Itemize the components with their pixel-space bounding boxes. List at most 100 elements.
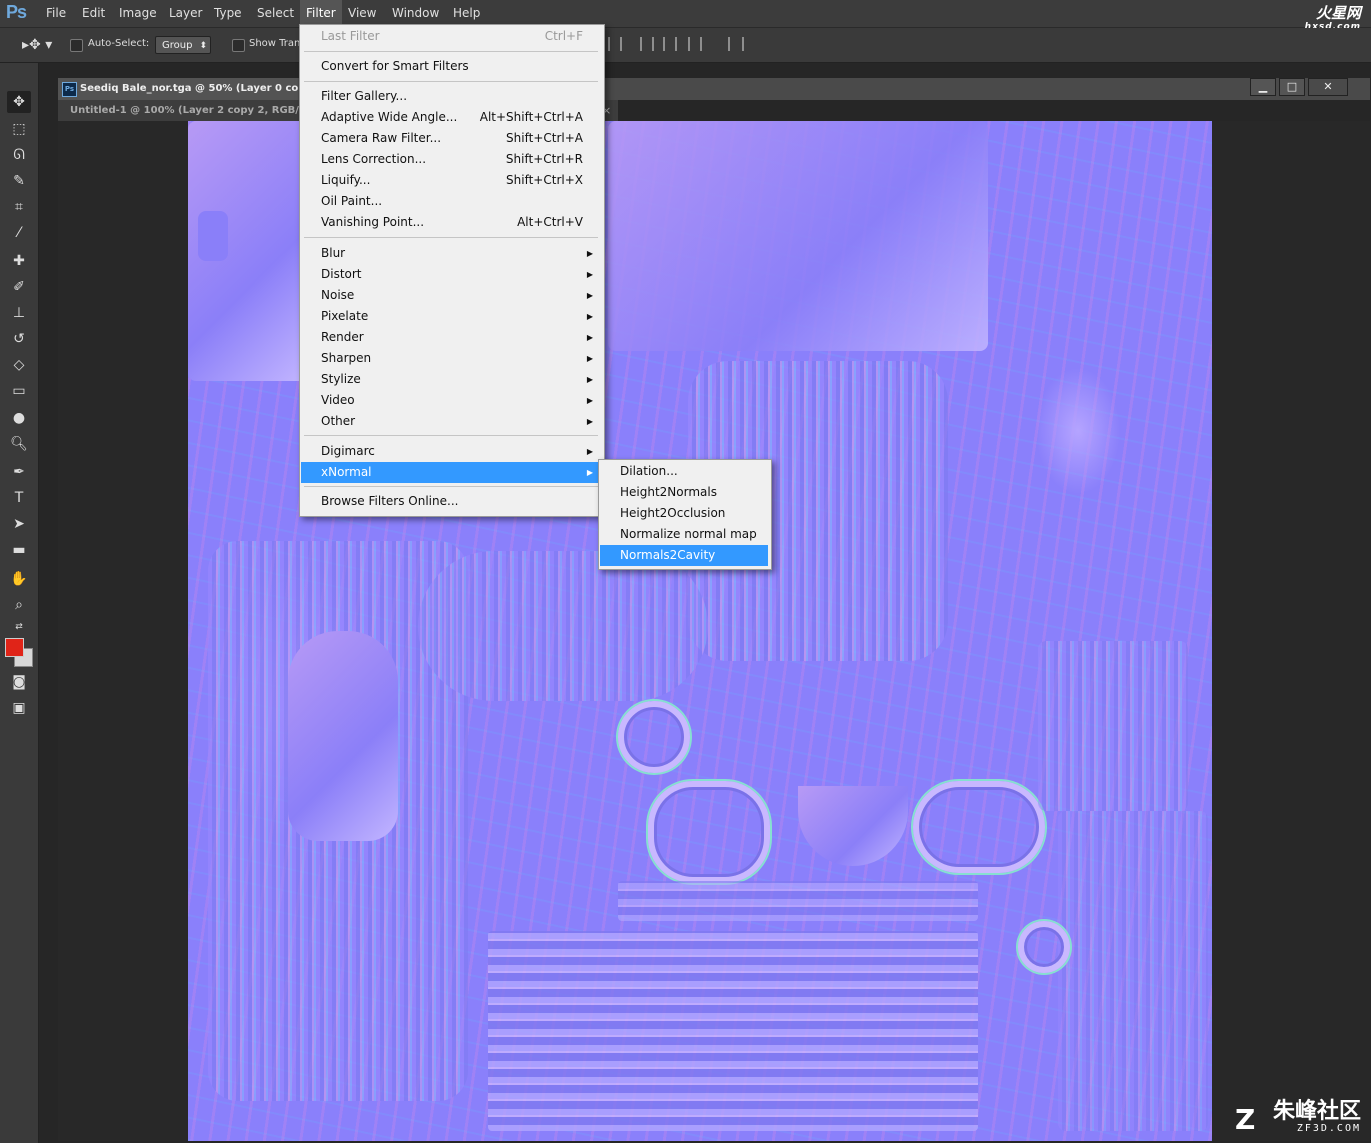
canvas-patch-cloth-top — [608, 121, 988, 351]
brand-logo: 火星网 hxsd.com — [1271, 2, 1361, 32]
menu-item-render[interactable]: Render ▶ — [301, 327, 601, 348]
submenu-item-normalize-normal-map[interactable]: Normalize normal map — [600, 524, 768, 545]
menu-item-digimarc[interactable]: Digimarc ▶ — [301, 441, 601, 462]
dodge-tool-icon[interactable]: 🔍︎ — [7, 433, 31, 455]
lasso-tool-icon[interactable]: ᘏ — [7, 144, 31, 166]
menu-item-noise[interactable]: Noise ▶ — [301, 285, 601, 306]
swap-colors-icon[interactable]: ⇄ — [7, 616, 31, 638]
move-tool-preset-icon[interactable]: ▸✥ ▾ — [22, 37, 52, 53]
menu-item-filter-gallery[interactable]: Filter Gallery... — [301, 86, 601, 107]
menu-file[interactable]: File — [40, 0, 72, 27]
healing-brush-tool-icon[interactable]: ✚ — [7, 250, 31, 272]
menu-item-label: Other — [321, 414, 356, 428]
menu-filter[interactable]: Filter — [300, 0, 342, 27]
align-bottom-icon[interactable] — [608, 37, 622, 51]
menu-layer[interactable]: Layer — [163, 0, 208, 27]
menu-item-video[interactable]: Video ▶ — [301, 390, 601, 411]
menu-edit[interactable]: Edit — [76, 0, 111, 27]
auto-select-checkbox[interactable] — [70, 39, 83, 52]
menu-item-browse-filters-online[interactable]: Browse Filters Online... — [301, 491, 601, 512]
move-tool-icon[interactable]: ✥ — [7, 91, 31, 113]
menu-item-shortcut: Shift+Ctrl+X — [506, 173, 583, 187]
distribute-center-icon[interactable] — [663, 37, 677, 51]
distribute-left-icon[interactable] — [640, 37, 654, 51]
menu-view[interactable]: View — [342, 0, 382, 27]
gradient-tool-icon[interactable]: ▭ — [7, 380, 31, 402]
menu-item-liquify[interactable]: Liquify... Shift+Ctrl+X — [301, 170, 601, 191]
auto-select-target-select[interactable]: Group — [155, 36, 211, 55]
menu-item-camera-raw-filter[interactable]: Camera Raw Filter... Shift+Ctrl+A — [301, 128, 601, 149]
menu-item-last-filter: Last Filter Ctrl+F — [301, 26, 601, 47]
menu-item-other[interactable]: Other ▶ — [301, 411, 601, 432]
menu-item-stylize[interactable]: Stylize ▶ — [301, 369, 601, 390]
menu-type[interactable]: Type — [208, 0, 248, 27]
menu-item-blur[interactable]: Blur ▶ — [301, 243, 601, 264]
menu-item-convert-smart-filters[interactable]: Convert for Smart Filters — [301, 56, 601, 77]
xnormal-submenu: Dilation... Height2Normals Height2Occlus… — [598, 459, 772, 570]
submenu-arrow-icon: ▶ — [586, 417, 593, 426]
submenu-item-dilation[interactable]: Dilation... — [600, 461, 768, 482]
minimize-window-button[interactable]: ▁ — [1250, 78, 1276, 96]
submenu-arrow-icon: ▶ — [586, 270, 593, 279]
menu-separator — [304, 486, 598, 487]
menu-help[interactable]: Help — [447, 0, 486, 27]
restore-window-button[interactable]: □ — [1279, 78, 1305, 96]
submenu-item-height2normals[interactable]: Height2Normals — [600, 482, 768, 503]
auto-align-icon[interactable] — [728, 37, 744, 51]
canvas-patch-strips — [618, 881, 978, 921]
menu-select[interactable]: Select — [251, 0, 300, 27]
brand-logo-text: 火星网 — [1315, 4, 1361, 22]
eyedropper-tool-icon[interactable]: ⁄ — [7, 222, 31, 244]
menu-item-shortcut: Alt+Shift+Ctrl+A — [479, 110, 583, 124]
document-tab-inactive-label: Untitled-1 @ 100% (Layer 2 copy 2, RGB/8… — [70, 105, 320, 116]
submenu-item-label: Normals2Cavity — [620, 548, 716, 562]
brush-tool-icon[interactable]: ✐ — [7, 276, 31, 298]
menu-item-label: Adaptive Wide Angle... — [321, 110, 458, 124]
submenu-item-normals2cavity[interactable]: Normals2Cavity — [600, 545, 768, 566]
canvas-patch-sheath — [1058, 811, 1208, 1131]
menu-item-label: Browse Filters Online... — [321, 494, 459, 508]
pen-tool-icon[interactable]: ✒ — [7, 461, 31, 483]
canvas-patch-panel — [288, 631, 398, 841]
path-selection-tool-icon[interactable]: ➤ — [7, 513, 31, 535]
hand-tool-icon[interactable]: ✋ — [7, 568, 31, 590]
menu-item-distort[interactable]: Distort ▶ — [301, 264, 601, 285]
rectangle-tool-icon[interactable]: ▬ — [7, 539, 31, 561]
menu-item-lens-correction[interactable]: Lens Correction... Shift+Ctrl+R — [301, 149, 601, 170]
document-tab-active[interactable]: Ps Seediq Bale_nor.tga @ 50% (Layer 0 co… — [58, 78, 298, 100]
menu-image[interactable]: Image — [113, 0, 163, 27]
menu-bar: Ps File Edit Image Layer Type Select Fil… — [0, 0, 1371, 32]
clone-stamp-tool-icon[interactable]: ⊥ — [7, 302, 31, 324]
menu-item-xnormal[interactable]: xNormal ▶ — [301, 462, 601, 483]
watermark: Z 朱峰社区 ZF3D.COM — [1235, 1101, 1361, 1137]
screen-mode-icon[interactable]: ▣ — [7, 697, 31, 719]
blur-tool-icon[interactable]: ● — [7, 407, 31, 429]
history-brush-tool-icon[interactable]: ↺ — [7, 328, 31, 350]
crop-tool-icon[interactable]: ⌗ — [7, 196, 31, 218]
menu-item-label: Sharpen — [321, 351, 372, 365]
menu-item-sharpen[interactable]: Sharpen ▶ — [301, 348, 601, 369]
menu-separator — [304, 81, 598, 82]
type-tool-icon[interactable]: T — [7, 487, 31, 509]
menu-item-pixelate[interactable]: Pixelate ▶ — [301, 306, 601, 327]
menu-item-vanishing-point[interactable]: Vanishing Point... Alt+Ctrl+V — [301, 212, 601, 233]
menu-item-label: Lens Correction... — [321, 152, 427, 166]
menu-item-oil-paint[interactable]: Oil Paint... — [301, 191, 601, 212]
canvas-patch-sleeve — [1038, 641, 1188, 811]
menu-window[interactable]: Window — [386, 0, 445, 27]
submenu-item-height2occlusion[interactable]: Height2Occlusion — [600, 503, 768, 524]
distribute-right-icon[interactable] — [688, 37, 702, 51]
submenu-arrow-icon: ▶ — [586, 354, 593, 363]
show-transform-checkbox[interactable] — [232, 39, 245, 52]
foreground-color-swatch[interactable] — [5, 638, 24, 657]
zoom-tool-icon[interactable]: ⌕ — [7, 594, 31, 616]
menu-item-label: Camera Raw Filter... — [321, 131, 442, 145]
quick-mask-icon[interactable]: ◙ — [7, 671, 31, 693]
canvas-patch-ring — [1018, 921, 1070, 973]
quick-select-tool-icon[interactable]: ✎ — [7, 170, 31, 192]
menu-item-label: Pixelate — [321, 309, 369, 323]
marquee-tool-icon[interactable]: ⬚ — [7, 118, 31, 140]
menu-item-adaptive-wide-angle[interactable]: Adaptive Wide Angle... Alt+Shift+Ctrl+A — [301, 107, 601, 128]
eraser-tool-icon[interactable]: ◇ — [7, 354, 31, 376]
close-window-button[interactable]: ✕ — [1308, 78, 1348, 96]
